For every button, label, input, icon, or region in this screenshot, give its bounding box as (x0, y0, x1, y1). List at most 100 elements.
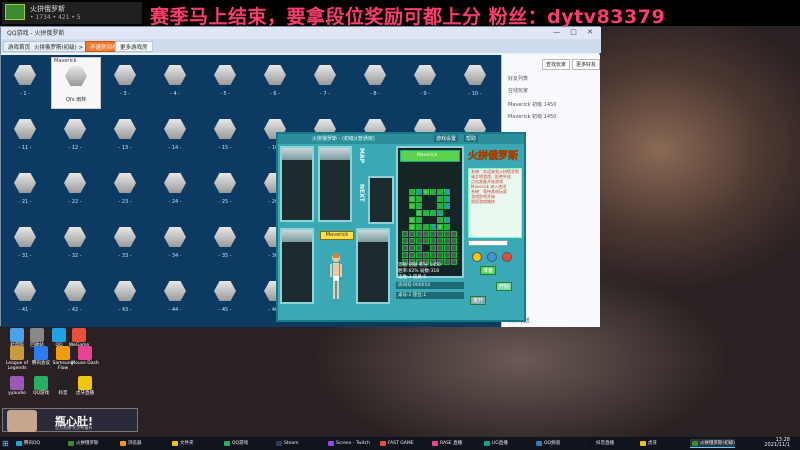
lobby-table[interactable]: - 41 - (1, 273, 51, 325)
taskbar-app[interactable]: Steam (274, 439, 299, 448)
lobby-table[interactable]: - 24 - (151, 165, 201, 217)
windows-start-icon[interactable]: ⊞ (2, 439, 11, 448)
leave-button[interactable]: 离开 (470, 296, 487, 305)
tetris-block (416, 238, 422, 244)
taskbar-app[interactable]: FAST GAME (378, 439, 414, 448)
taskbar-app[interactable]: 抖音直播 (586, 439, 614, 448)
taskbar-app[interactable]: Screen - Twitch (326, 439, 370, 448)
lobby-table[interactable]: - 32 - (51, 219, 101, 271)
tetris-block (430, 189, 436, 195)
taskbar-app[interactable]: 火拼俄罗斯 (66, 439, 99, 448)
desktop-shortcut[interactable]: WeGame (64, 328, 94, 348)
lobby-table[interactable]: - 6 - (251, 57, 301, 109)
taskbar-app-label: RASE 直播 (440, 441, 463, 446)
window-title: QQ游戏 - 火拼俄罗斯 (7, 30, 65, 37)
tetris-block (402, 245, 408, 251)
taskbar-app-label: 火拼俄罗斯 (76, 441, 99, 446)
taskbar-app[interactable]: 浏览器 (118, 439, 142, 448)
chat-input[interactable] (468, 240, 508, 246)
start-button[interactable]: 开始 (496, 282, 513, 291)
window-titlebar[interactable]: QQ游戏 - 火拼俄罗斯 — □ ✕ (1, 27, 601, 39)
taskbar-app-icon (692, 441, 698, 446)
lobby-table[interactable]: - 25 - (201, 165, 251, 217)
lobby-table[interactable]: - 8 - (351, 57, 401, 109)
table-hex-icon (114, 281, 136, 301)
tetris-block (409, 189, 415, 195)
lobby-table[interactable]: - 14 - (151, 111, 201, 163)
taskbar-app[interactable]: QQ游戏 (222, 439, 248, 448)
lobby-table[interactable]: - 42 - (51, 273, 101, 325)
lobby-table[interactable]: - 3 - (101, 57, 151, 109)
item-red-icon[interactable] (502, 252, 512, 262)
more-friends-button[interactable]: 更多好友 (572, 59, 600, 70)
lobby-table[interactable]: - 22 - (51, 165, 101, 217)
ready-button[interactable]: 准备 (480, 266, 497, 275)
game-settings-button[interactable]: 游戏设置 (434, 135, 459, 142)
tab-more-rooms[interactable]: 更多游戏房 (115, 41, 153, 52)
table-label: Maverick (54, 58, 77, 64)
lobby-table[interactable]: Maverick Qfx 雨林 (51, 57, 101, 109)
table-number: - 11 - (18, 145, 32, 151)
panel-row[interactable]: 好友列表 (508, 75, 528, 82)
taskbar-app-label: 浏览器 (128, 441, 142, 446)
table-hex-icon (14, 119, 36, 139)
table-hex-icon (64, 173, 86, 193)
taskbar-app[interactable]: QQ频道 (534, 439, 560, 448)
lobby-table[interactable]: - 33 - (101, 219, 151, 271)
tetris-block (444, 231, 450, 237)
table-number: - 31 - (18, 253, 32, 259)
lobby-table[interactable]: - 10 - (451, 57, 501, 109)
taskbar-app[interactable]: 虎牙 (638, 439, 657, 448)
lobby-table[interactable]: - 35 - (201, 219, 251, 271)
panel-row[interactable]: Maverick 初级 1450 (508, 101, 556, 108)
tetris-block (451, 238, 457, 244)
desktop-shortcut[interactable]: Mouse Dash (70, 346, 100, 366)
taskbar-app-label: FAST GAME (388, 441, 414, 446)
lobby-table[interactable]: - 7 - (301, 57, 351, 109)
lobby-table[interactable]: - 1 - (1, 57, 51, 109)
item-blue-icon[interactable] (487, 252, 497, 262)
desktop-shortcut[interactable]: 虎牙直播 (70, 376, 100, 396)
system-clock[interactable]: 13:28 2021/11/1 (764, 438, 790, 448)
panel-row[interactable]: 在线玩家 (508, 87, 528, 94)
table-hex-icon (114, 227, 136, 247)
table-hex-icon (164, 173, 186, 193)
lobby-table[interactable]: - 45 - (201, 273, 251, 325)
tetris-block (409, 196, 415, 202)
player-name-tag: Maverick (320, 231, 354, 240)
lobby-table[interactable]: - 13 - (101, 111, 151, 163)
lobby-table[interactable]: - 9 - (401, 57, 451, 109)
lobby-table[interactable]: - 23 - (101, 165, 151, 217)
tetris-block (423, 252, 429, 258)
taskbar-app[interactable]: RASE 直播 (430, 439, 462, 448)
taskbar-app-icon (328, 441, 334, 446)
taskbar-app[interactable]: 火拼俄罗斯(初级) (690, 439, 736, 448)
lobby-table[interactable]: - 43 - (101, 273, 151, 325)
lobby-table[interactable]: - 5 - (201, 57, 251, 109)
taskbar-app[interactable]: UG直播 (482, 439, 508, 448)
table-number: - 9 - (420, 91, 430, 97)
tab-bar: 游戏首页 火拼俄罗斯(初级) > 普通房 不速房间布局... 更多游戏房 (1, 39, 601, 53)
taskbar-app[interactable]: 文件夹 (170, 439, 194, 448)
tetris-game-window: 火拼俄罗斯 - (初级)(普通房) 游戏设置 帮助 Maverick MAP N… (276, 132, 526, 322)
lobby-table[interactable]: - 15 - (201, 111, 251, 163)
tetris-block (416, 210, 422, 216)
lobby-table[interactable]: - 31 - (1, 219, 51, 271)
lobby-table[interactable]: - 4 - (151, 57, 201, 109)
lobby-table[interactable]: - 11 - (1, 111, 51, 163)
stream-app-name: 火拼俄罗斯 (30, 5, 65, 13)
next-piece-box (368, 176, 394, 224)
table-hex-icon (64, 119, 86, 139)
lobby-table[interactable]: - 34 - (151, 219, 201, 271)
find-player-button[interactable]: 查找玩家 (542, 59, 571, 70)
lobby-table[interactable]: - 12 - (51, 111, 101, 163)
item-gold-icon[interactable] (472, 252, 482, 262)
taskbar-app[interactable]: 腾讯QQ (14, 439, 40, 448)
game-titlebar[interactable]: 火拼俄罗斯 - (初级)(普通房) 游戏设置 帮助 (278, 134, 524, 144)
lobby-table[interactable]: - 44 - (151, 273, 201, 325)
lobby-table[interactable]: - 21 - (1, 165, 51, 217)
tetris-block (416, 245, 422, 251)
panel-row[interactable]: Maverick 初级 1450 (508, 113, 556, 120)
window-controls[interactable]: — □ ✕ (553, 28, 597, 36)
game-help-button[interactable]: 帮助 (464, 135, 479, 142)
